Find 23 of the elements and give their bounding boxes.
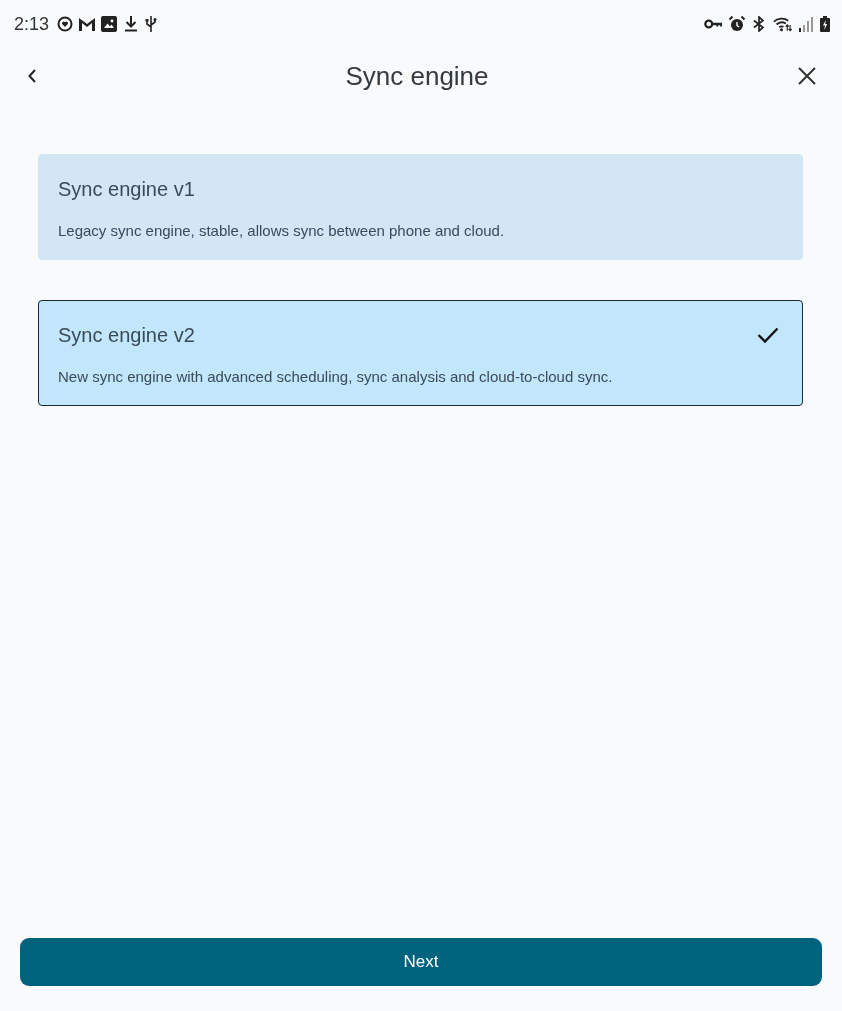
envelope-icon [79,16,96,32]
bluetooth-icon [751,16,767,32]
download-icon [123,16,140,32]
option-description: New sync engine with advanced scheduling, sync analysis and cloud-to-cloud sync. [58,368,614,385]
back-icon [28,69,36,83]
image-icon [101,16,118,32]
option-description: Legacy sync engine, stable, allows sync between phone and cloud. [58,222,506,239]
wifi-icon [773,16,792,32]
close-icon [798,67,816,85]
checkmark-icon [757,327,779,343]
signal-icon [798,16,814,32]
usb-icon [145,16,158,32]
key-icon [704,18,723,30]
alarm-clock-icon [729,16,745,32]
option-card[interactable]: Sync engine v1 Legacy sync engine, stable, allows sync between phone and cloud. [38,154,803,260]
page-title: Sync engine [345,60,489,92]
heart-in-circle-icon [57,16,74,32]
status-time: 2:13 [14,13,50,35]
next-button[interactable]: Next [20,938,822,986]
battery-icon [820,16,830,32]
option-card[interactable]: Sync engine v2 New sync engine with advanced scheduling, sync analysis and cloud-to-cloud sync. [38,300,803,406]
option-title: Sync engine v2 [58,323,195,347]
option-title: Sync engine v1 [58,177,195,201]
